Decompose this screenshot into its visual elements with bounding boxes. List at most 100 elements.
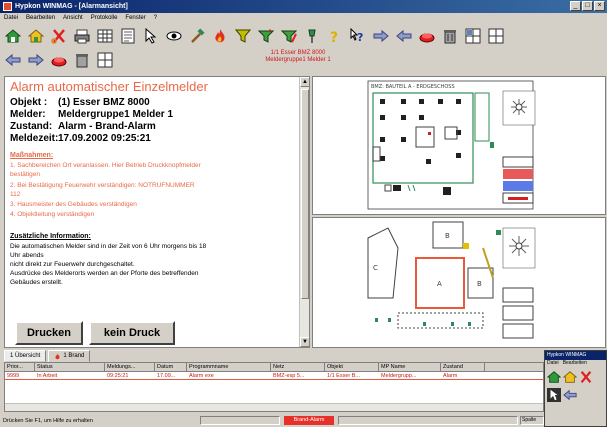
minimize-button[interactable]: _ [570,1,581,11]
context-help-button[interactable]: ? [349,27,367,45]
tab-overview-label: 1 Übersicht [10,353,41,359]
alarm-summary: 1/1 Esser BMZ 8000 Meldergruppe1 Melder … [238,50,358,64]
home-alt-icon[interactable] [563,370,577,384]
field-label: Objekt : [10,97,48,108]
next-button[interactable] [372,27,390,45]
print-button[interactable] [73,27,91,45]
status-column-indicator: Spalte [520,416,544,425]
forward-button[interactable] [27,51,45,69]
layout-button-2[interactable] [96,51,114,69]
extra-info-line: Gebäudes erstellt. [10,279,63,286]
cell-time: 09:25:21 [107,373,129,379]
arrow-left-icon[interactable] [563,388,577,402]
eye-icon [166,31,182,41]
field-melder: Melder: Meldergruppe1 Melder 1 [10,109,173,120]
scissors-icon[interactable] [579,370,593,384]
reset-button-2[interactable] [50,51,68,69]
scroll-thumb[interactable] [301,89,309,299]
home-alt-button[interactable] [27,27,45,45]
alarm-scrollbar[interactable]: ▲ ▼ [299,77,309,347]
column-header[interactable]: Programmname [187,363,271,371]
alarm-list: Prior... Status Meldungs... Datum Progra… [4,362,544,412]
mini-window[interactable]: Hypkon WINMAG Datei Bearbeiten [544,350,607,427]
plan-label-a: A [437,280,442,288]
floor-plan-bottom[interactable]: C B A B [312,217,606,348]
alarm-button[interactable] [211,27,229,45]
previous-button[interactable] [395,27,413,45]
reset-button[interactable] [418,27,436,45]
plan-label-c: C [373,264,378,272]
scroll-down-arrow[interactable]: ▼ [300,337,309,347]
grid-button[interactable] [96,27,114,45]
mini-window-menu: Datei Bearbeiten [545,360,606,368]
no-print-button[interactable]: kein Druck [89,321,175,345]
tab-overview[interactable]: 1 Übersicht [4,350,47,362]
mini-window-title[interactable]: Hypkon WINMAG [545,351,606,360]
back-button[interactable] [4,51,22,69]
home-icon[interactable] [547,370,561,384]
column-header[interactable]: Datum [155,363,187,371]
mini-menu-datei[interactable]: Datei [547,360,559,368]
column-header[interactable]: Meldungs... [105,363,155,371]
delete-button[interactable] [441,27,459,45]
maximize-button[interactable]: □ [582,1,593,11]
svg-text:?: ? [357,31,363,44]
cell-priority: 9999 [7,373,20,379]
layout-button[interactable] [464,27,482,45]
delete-button-2[interactable] [73,51,91,69]
filter-edit-icon [281,30,297,43]
cut-button[interactable] [50,27,68,45]
column-header[interactable]: Zustand [441,363,485,371]
field-value: Alarm - Brand-Alarm [58,121,156,132]
menu-datei[interactable]: Datei [4,15,18,21]
select-button[interactable] [142,27,160,45]
mini-window-toolbar-2 [545,386,606,404]
tab-fire[interactable]: 1 Brand [48,350,91,362]
floor-plan-top[interactable]: BMZ: BAUTEIL A - ERDGESCHOSS [312,76,606,215]
home-icon [5,29,21,43]
help-button[interactable]: ? [326,27,344,45]
column-header[interactable]: MP Name [379,363,441,371]
filter-edit-button[interactable] [280,27,298,45]
measure-line: 112 [10,191,21,198]
table-row[interactable]: 9999 In Arbeit 09:25:21 17.09... Alarm e… [5,372,543,380]
reset-icon [419,33,435,43]
view-button[interactable] [165,27,183,45]
alarm-detail-pane: Alarm automatischer Einzelmelder Objekt … [4,76,310,348]
title-bar[interactable]: Hypkon WINMAG - [Alarmansicht] _ □ × [0,0,607,13]
filter-button[interactable] [234,27,252,45]
screen-button[interactable] [487,27,505,45]
scissors-icon [51,29,65,44]
filter-icon [235,29,251,43]
status-segment [338,416,518,425]
pointer-icon[interactable] [547,388,561,402]
print-alarm-button[interactable]: Drucken [15,321,83,345]
tab-fire-label: 1 Brand [63,353,85,359]
home-button[interactable] [4,27,22,45]
extra-info-line: Die automatischen Melder sind in der Zei… [10,243,207,250]
layout-icon [97,52,113,68]
close-button[interactable]: × [594,1,605,11]
scroll-up-arrow[interactable]: ▲ [300,77,309,87]
menu-fenster[interactable]: Fenster [125,15,145,21]
svg-text:?: ? [330,30,338,44]
pin-button[interactable] [303,27,321,45]
site-plan-drawing: C B A B [367,221,536,339]
list-header: Prior... Status Meldungs... Datum Progra… [5,363,543,372]
menu-ansicht[interactable]: Ansicht [63,15,83,21]
menu-bearbeiten[interactable]: Bearbeiten [26,15,55,21]
column-header[interactable]: Status [35,363,105,371]
status-segment [200,416,280,425]
column-header[interactable]: Netz [271,363,325,371]
column-header[interactable]: Prior... [5,363,35,371]
mini-menu-bearbeiten[interactable]: Bearbeiten [563,360,587,368]
tools-button[interactable] [188,27,206,45]
list-button[interactable] [119,27,137,45]
menu-protokolle[interactable]: Protokolle [91,15,118,21]
application-window: Hypkon WINMAG - [Alarmansicht] _ □ × Dat… [0,0,607,427]
menu-help[interactable]: ? [154,15,157,21]
column-header[interactable]: Objekt [325,363,379,371]
filter-up-button[interactable] [257,27,275,45]
home-alt-icon [28,29,44,43]
list-horizontal-scrollbar[interactable] [5,403,543,411]
